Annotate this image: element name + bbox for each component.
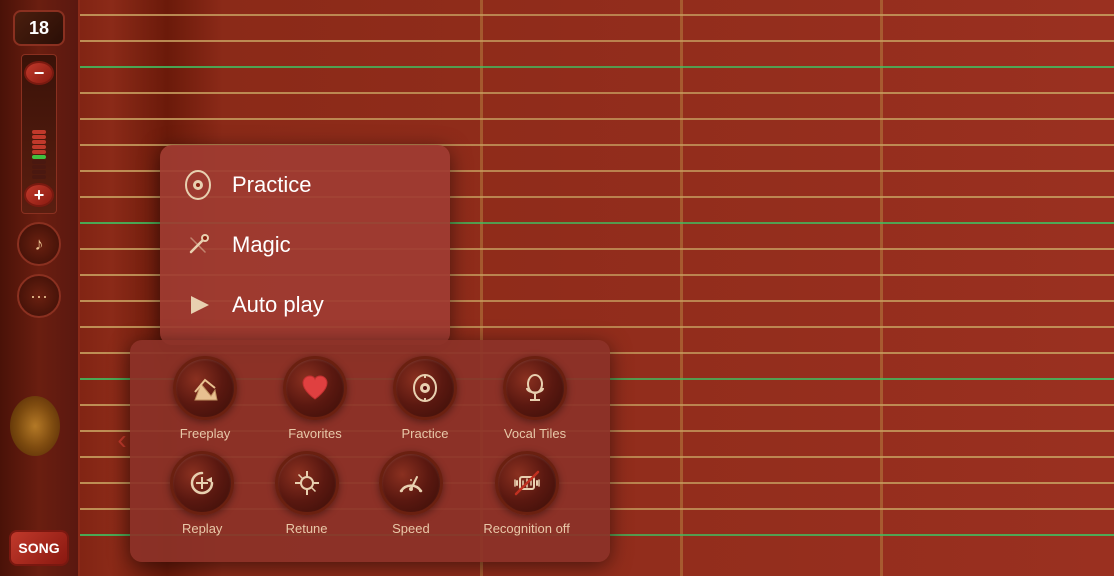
bottom-panel: Freeplay Favorites — [130, 340, 610, 562]
magic-icon — [180, 227, 216, 263]
freeplay-item[interactable]: Freeplay — [173, 356, 237, 441]
string-5 — [80, 118, 1114, 120]
vol-bar-9 — [32, 170, 46, 174]
ornament-decoration — [10, 396, 60, 456]
music-icon: ♪ — [35, 234, 44, 255]
freeplay-label: Freeplay — [180, 426, 231, 441]
vol-bar-7 — [32, 160, 46, 164]
replay-button[interactable] — [170, 451, 234, 515]
music-button[interactable]: ♪ — [17, 222, 61, 266]
autoplay-label: Auto play — [232, 292, 324, 318]
replay-label: Replay — [182, 521, 222, 536]
string-4 — [80, 92, 1114, 94]
volume-minus-button[interactable]: − — [24, 61, 54, 85]
panel-row-2: Replay Retune — [150, 451, 590, 536]
string-2 — [80, 40, 1114, 42]
vol-bar-4 — [32, 145, 46, 149]
retune-button[interactable] — [275, 451, 339, 515]
practice-label: Practice — [232, 172, 311, 198]
mode-item-practice[interactable]: Practice — [160, 155, 450, 215]
practice-icon — [180, 167, 216, 203]
speed-item[interactable]: Speed — [379, 451, 443, 536]
volume-bar-container — [32, 89, 46, 179]
vol-bar-8 — [32, 165, 46, 169]
vol-bar-6 — [32, 155, 46, 159]
practice-item[interactable]: Practice — [393, 356, 457, 441]
vocal-tiles-label: Vocal Tiles — [504, 426, 566, 441]
song-button[interactable]: SONG — [9, 530, 69, 566]
more-icon: ··· — [30, 286, 48, 307]
vol-bar-1 — [32, 130, 46, 134]
freeplay-button[interactable] — [173, 356, 237, 420]
replay-item[interactable]: Replay — [170, 451, 234, 536]
favorites-item[interactable]: Favorites — [283, 356, 347, 441]
favorites-button[interactable] — [283, 356, 347, 420]
more-button[interactable]: ··· — [17, 274, 61, 318]
recognition-off-label: Recognition off — [483, 521, 570, 536]
practice-panel-label: Practice — [402, 426, 449, 441]
vol-bar-10 — [32, 175, 46, 179]
left-sidebar: 18 − + ♪ ··· SONG — [0, 0, 80, 576]
string-3 — [80, 66, 1114, 68]
instrument-background: 18 − + ♪ ··· SONG — [0, 0, 1114, 576]
mode-item-magic[interactable]: Magic — [160, 215, 450, 275]
recognition-off-button[interactable] — [495, 451, 559, 515]
retune-label: Retune — [286, 521, 328, 536]
speed-label: Speed — [392, 521, 430, 536]
vol-bar-2 — [32, 135, 46, 139]
vol-bar-5 — [32, 150, 46, 154]
retune-item[interactable]: Retune — [275, 451, 339, 536]
magic-label: Magic — [232, 232, 291, 258]
volume-plus-button[interactable]: + — [24, 183, 54, 207]
speed-button[interactable] — [379, 451, 443, 515]
bridge-line-3 — [880, 0, 883, 576]
mode-menu: Practice Magic Auto play — [160, 145, 450, 345]
autoplay-icon — [180, 287, 216, 323]
number-badge: 18 — [13, 10, 65, 46]
vol-bar-3 — [32, 140, 46, 144]
vocal-tiles-item[interactable]: Vocal Tiles — [503, 356, 567, 441]
vocal-tiles-button[interactable] — [503, 356, 567, 420]
recognition-off-item[interactable]: Recognition off — [483, 451, 570, 536]
bridge-line-2 — [680, 0, 683, 576]
favorites-label: Favorites — [288, 426, 341, 441]
mode-item-autoplay[interactable]: Auto play — [160, 275, 450, 335]
volume-slider: − + — [21, 54, 57, 214]
practice-button[interactable] — [393, 356, 457, 420]
string-1 — [80, 14, 1114, 16]
panel-row-1: Freeplay Favorites — [150, 356, 590, 441]
